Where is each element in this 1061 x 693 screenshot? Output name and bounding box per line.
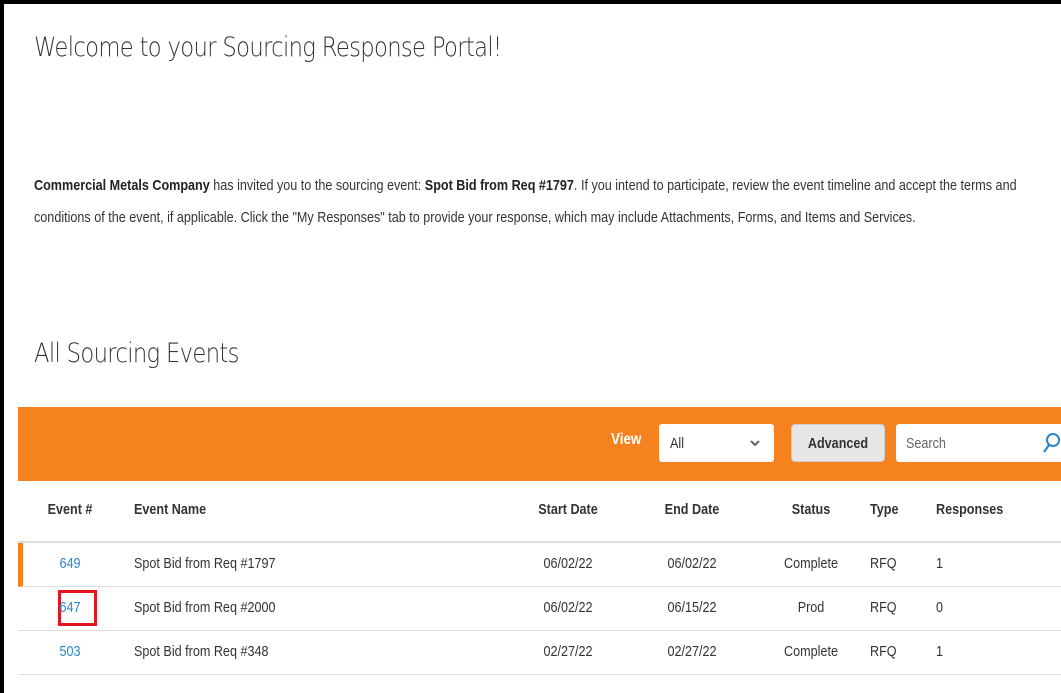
intro-paragraph: Commercial Metals Company has invited yo… xyxy=(34,170,1059,234)
status-cell: Complete xyxy=(784,555,838,572)
table-row[interactable]: 647 Spot Bid from Req #2000 06/02/22 06/… xyxy=(18,587,1061,631)
col-type[interactable]: Type xyxy=(870,501,898,518)
intro-text-1: has invited you to the sourcing event: xyxy=(209,177,425,194)
page-title: Welcome to your Sourcing Response Portal… xyxy=(34,32,502,63)
type-cell: RFQ xyxy=(870,643,897,660)
start-date-cell: 06/02/22 xyxy=(543,555,593,572)
event-number-link[interactable]: 503 xyxy=(26,643,113,660)
section-title: All Sourcing Events xyxy=(34,338,239,369)
event-name-cell: Spot Bid from Req #2000 xyxy=(134,599,276,616)
type-cell: RFQ xyxy=(870,555,897,572)
table-row[interactable]: 503 Spot Bid from Req #348 02/27/22 02/2… xyxy=(18,631,1061,675)
col-start-date[interactable]: Start Date xyxy=(518,501,619,518)
col-responses[interactable]: Responses xyxy=(936,501,1003,518)
company-name: Commercial Metals Company xyxy=(34,177,210,194)
search-placeholder: Search xyxy=(906,435,946,452)
responses-cell: 0 xyxy=(936,599,944,616)
portal-frame: Welcome to your Sourcing Response Portal… xyxy=(0,0,1061,693)
start-date-cell: 06/02/22 xyxy=(543,599,593,616)
end-date-cell: 02/27/22 xyxy=(667,643,717,660)
responses-cell: 1 xyxy=(936,643,944,660)
event-name-cell: Spot Bid from Req #1797 xyxy=(134,555,276,572)
advanced-button-label: Advanced xyxy=(807,435,869,452)
events-toolbar: View All Advanced Search xyxy=(18,407,1061,481)
type-cell: RFQ xyxy=(870,599,897,616)
status-cell: Complete xyxy=(784,643,838,660)
view-select[interactable]: All xyxy=(659,424,774,462)
advanced-button[interactable]: Advanced xyxy=(791,424,885,462)
start-date-cell: 02/27/22 xyxy=(543,643,593,660)
col-event-num[interactable]: Event # xyxy=(26,501,113,518)
table-row[interactable]: 649 Spot Bid from Req #1797 06/02/22 06/… xyxy=(18,543,1061,587)
end-date-cell: 06/02/22 xyxy=(667,555,717,572)
chevron-down-icon xyxy=(750,440,760,447)
event-number-link[interactable]: 649 xyxy=(26,555,113,572)
table-header: Event # Event Name Start Date End Date S… xyxy=(18,481,1061,543)
search-icon[interactable] xyxy=(1042,432,1061,454)
col-status[interactable]: Status xyxy=(765,501,857,518)
col-event-name[interactable]: Event Name xyxy=(134,501,206,518)
event-name-highlight: Spot Bid from Req #1797 xyxy=(424,177,574,194)
end-date-cell: 06/15/22 xyxy=(667,599,717,616)
event-name-cell: Spot Bid from Req #348 xyxy=(134,643,269,660)
event-number-link[interactable]: 647 xyxy=(26,599,113,616)
responses-cell: 1 xyxy=(936,555,944,572)
view-label: View xyxy=(611,431,642,448)
search-input[interactable]: Search xyxy=(896,424,1061,462)
status-cell: Prod xyxy=(797,599,825,616)
view-select-value: All xyxy=(670,435,685,452)
col-end-date[interactable]: End Date xyxy=(642,501,743,518)
